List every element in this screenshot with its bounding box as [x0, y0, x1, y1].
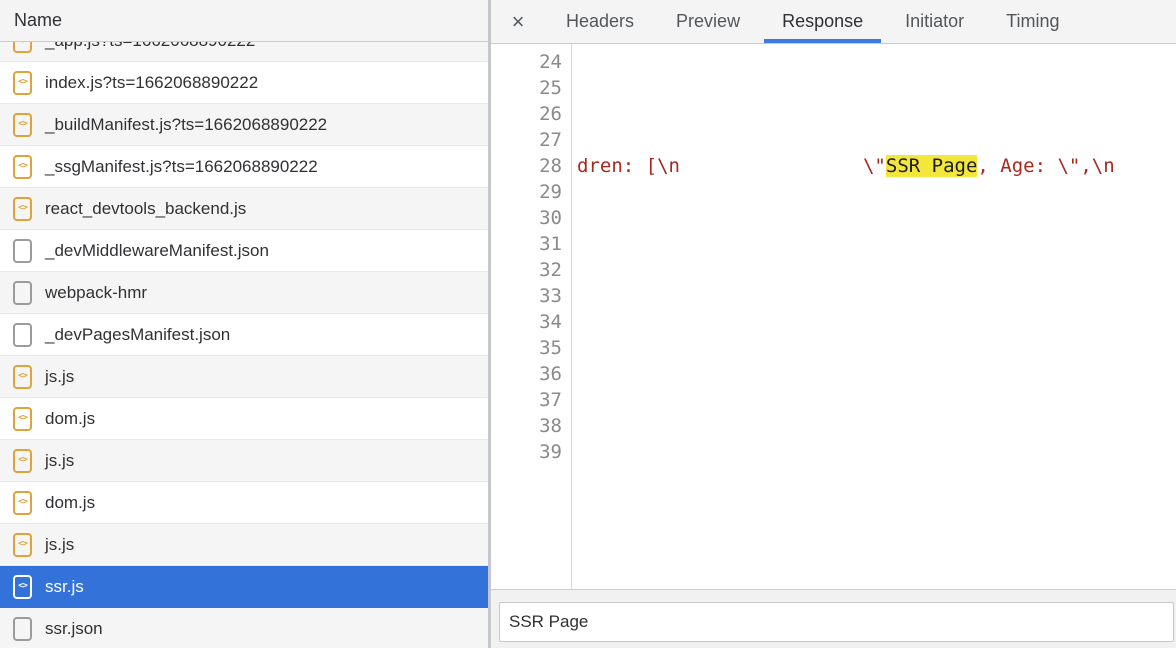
- table-row[interactable]: <> webpack-hmr: [0, 272, 488, 314]
- tab-timing[interactable]: Timing: [988, 0, 1077, 43]
- table-row[interactable]: <> js.js: [0, 440, 488, 482]
- tab-initiator[interactable]: Initiator: [887, 0, 982, 43]
- response-code-line: dren: [\n \"SSR Page, Age: \",\n: [577, 153, 1115, 179]
- response-viewer: 24252627282930313233343536373839 dren: […: [491, 44, 1176, 589]
- line-number: 29: [491, 179, 571, 205]
- response-code-pane: dren: [\n \"SSR Page, Age: \",\n: [577, 49, 1176, 589]
- name-column-header[interactable]: Name: [0, 0, 488, 42]
- request-name: dom.js: [45, 493, 95, 513]
- detail-tab-bar: × HeadersPreviewResponseInitiatorTiming: [491, 0, 1176, 44]
- line-number: 39: [491, 439, 571, 465]
- script-file-icon: <>: [13, 71, 32, 95]
- line-number: 30: [491, 205, 571, 231]
- line-number: 36: [491, 361, 571, 387]
- script-file-icon: <>: [13, 113, 32, 137]
- clipped-request-row[interactable]: <> _app.js?ts=1662068890222: [0, 42, 488, 62]
- request-name: index.js?ts=1662068890222: [45, 73, 258, 93]
- table-row[interactable]: <> dom.js: [0, 398, 488, 440]
- request-name: _devPagesManifest.json: [45, 325, 230, 345]
- line-number: 34: [491, 309, 571, 335]
- script-file-icon: <>: [13, 491, 32, 515]
- request-name: js.js: [45, 451, 74, 471]
- name-column-header-label: Name: [14, 10, 62, 31]
- tab-preview[interactable]: Preview: [658, 0, 758, 43]
- request-name: _devMiddlewareManifest.json: [45, 241, 269, 261]
- document-file-icon: <>: [13, 617, 32, 641]
- line-number: 31: [491, 231, 571, 257]
- request-name: js.js: [45, 367, 74, 387]
- table-row[interactable]: <> _buildManifest.js?ts=1662068890222: [0, 104, 488, 146]
- request-name: ssr.js: [45, 577, 84, 597]
- line-number: 37: [491, 387, 571, 413]
- network-request-list-panel: Name <> _app.js?ts=1662068890222 <> inde…: [0, 0, 488, 648]
- line-number: 24: [491, 49, 571, 75]
- document-file-icon: <>: [13, 281, 32, 305]
- request-name: react_devtools_backend.js: [45, 199, 246, 219]
- table-row[interactable]: <> ssr.json: [0, 608, 488, 648]
- table-row[interactable]: <> index.js?ts=1662068890222: [0, 62, 488, 104]
- request-name: _buildManifest.js?ts=1662068890222: [45, 115, 327, 135]
- table-row[interactable]: <> _devMiddlewareManifest.json: [0, 230, 488, 272]
- table-row[interactable]: <> dom.js: [0, 482, 488, 524]
- line-number: 33: [491, 283, 571, 309]
- script-file-icon: <>: [13, 155, 32, 179]
- script-file-icon: <>: [13, 42, 32, 53]
- script-file-icon: <>: [13, 533, 32, 557]
- request-name: js.js: [45, 535, 74, 555]
- request-name: dom.js: [45, 409, 95, 429]
- table-row[interactable]: <> _devPagesManifest.json: [0, 314, 488, 356]
- request-rows: <> index.js?ts=1662068890222 <> _buildMa…: [0, 62, 488, 648]
- line-number: 32: [491, 257, 571, 283]
- document-file-icon: <>: [13, 239, 32, 263]
- document-file-icon: <>: [13, 323, 32, 347]
- line-number: 27: [491, 127, 571, 153]
- script-file-icon: <>: [13, 407, 32, 431]
- request-name: _app.js?ts=1662068890222: [45, 42, 255, 51]
- script-file-icon: <>: [13, 575, 32, 599]
- table-row[interactable]: <> js.js: [0, 356, 488, 398]
- tab-headers[interactable]: Headers: [548, 0, 652, 43]
- table-row[interactable]: <> js.js: [0, 524, 488, 566]
- line-number: 38: [491, 413, 571, 439]
- search-match-highlight: SSR Page: [886, 155, 978, 177]
- request-name: ssr.json: [45, 619, 103, 639]
- line-number: 25: [491, 75, 571, 101]
- script-file-icon: <>: [13, 449, 32, 473]
- tab-response[interactable]: Response: [764, 0, 881, 43]
- table-row[interactable]: <> react_devtools_backend.js: [0, 188, 488, 230]
- request-name: webpack-hmr: [45, 283, 147, 303]
- request-name: _ssgManifest.js?ts=1662068890222: [45, 157, 318, 177]
- script-file-icon: <>: [13, 197, 32, 221]
- line-number: 26: [491, 101, 571, 127]
- response-search-bar: [491, 589, 1176, 648]
- search-input[interactable]: [499, 602, 1174, 642]
- line-number: 35: [491, 335, 571, 361]
- table-row[interactable]: <> ssr.js: [0, 566, 488, 608]
- script-file-icon: <>: [13, 365, 32, 389]
- close-icon[interactable]: ×: [491, 0, 545, 43]
- line-number: 28: [491, 153, 571, 179]
- line-number-gutter: 24252627282930313233343536373839: [491, 44, 572, 589]
- table-row[interactable]: <> _ssgManifest.js?ts=1662068890222: [0, 146, 488, 188]
- request-details-panel: × HeadersPreviewResponseInitiatorTiming …: [491, 0, 1176, 648]
